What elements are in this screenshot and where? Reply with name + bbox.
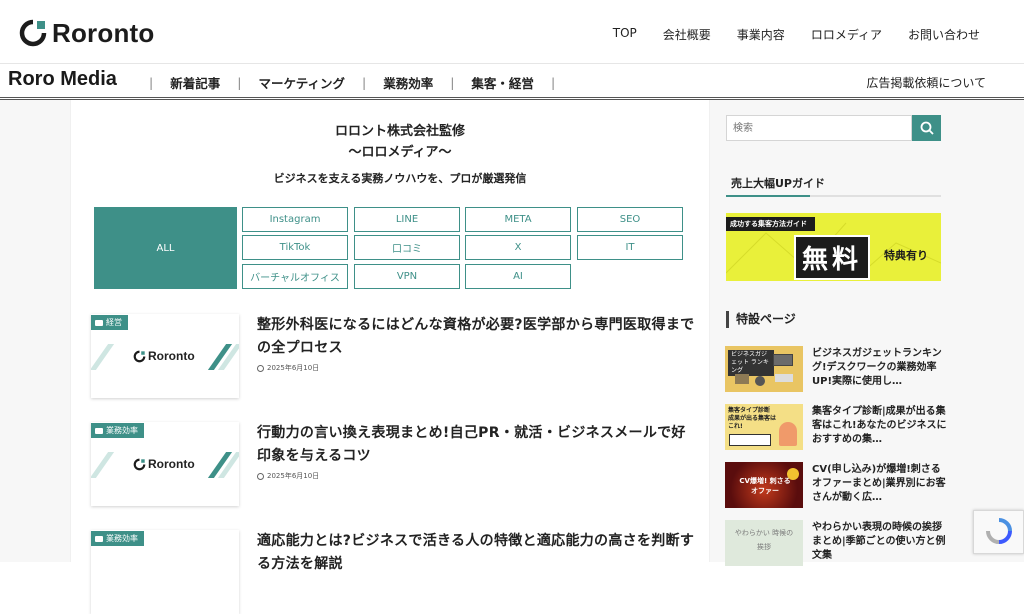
article-category-tag[interactable]: 経営 [91, 315, 128, 330]
guide-heading: 売上大幅UPガイド [731, 177, 825, 190]
folder-icon [95, 535, 103, 542]
article-title[interactable]: 適応能力とは?ビジネスで活きる人の特徴と適応能力の高さを判断する方法を解説 [257, 530, 697, 576]
nav-company[interactable]: 会社概要 [663, 26, 711, 43]
filter-meta[interactable]: META [465, 207, 571, 232]
thumbnail-logo: Roronto [133, 349, 195, 363]
search-icon [920, 121, 934, 135]
filter-tiktok[interactable]: TikTok [242, 235, 348, 260]
banner-tab: 成功する集客方法ガイド [726, 217, 815, 231]
thumbnail-logo: Roronto [133, 457, 195, 471]
hero-tagline: ビジネスを支える実務ノウハウを、プロが厳選発信 [273, 172, 527, 185]
logo-mark-icon [133, 350, 146, 362]
media-brand[interactable]: Roro Media [8, 68, 117, 91]
nav-contact[interactable]: お問い合わせ [908, 26, 980, 43]
article-date: 2025年6月10日 [257, 363, 319, 373]
filter-it[interactable]: IT [577, 235, 683, 260]
category-separator: | [149, 75, 154, 90]
guide-banner[interactable]: 成功する集客方法ガイド 無料 特典有り [726, 213, 941, 281]
filter-instagram[interactable]: Instagram [242, 207, 348, 232]
article-category-tag[interactable]: 業務効率 [91, 531, 144, 546]
category-management[interactable]: 集客・経営 [471, 73, 534, 92]
category-bar: Roro Media | 新着記事 | マーケティング | 業務効率 | 集客・… [0, 64, 1024, 100]
special-page-title[interactable]: CV(申し込み)が爆増!刺さるオファーまとめ|業界別にお客さんが動く広… [812, 463, 947, 505]
folder-icon [95, 319, 103, 326]
heading-underline-accent [726, 195, 810, 197]
clock-icon [257, 472, 264, 480]
special-page-title[interactable]: ビジネスガジェットランキング!デスクワークの業務効率UP!実際に使用し… [812, 347, 947, 389]
category-separator: | [237, 75, 242, 90]
search-button[interactable] [912, 115, 941, 141]
article-title[interactable]: 整形外科医になるにはどんな資格が必要?医学部から専門医取得までの全プロセス [257, 314, 697, 360]
filter-virtual-office[interactable]: バーチャルオフィス [242, 264, 348, 289]
special-page-thumbnail[interactable]: ビジネスガジェット ランキング [725, 346, 803, 392]
banner-free: 無料 [794, 235, 871, 280]
category-separator: | [450, 75, 455, 90]
logo-mark-icon [19, 19, 47, 47]
hero-line2: 〜ロロメディア〜 [348, 145, 452, 160]
filter-seo[interactable]: SEO [577, 207, 683, 232]
special-page-thumbnail[interactable]: やわらかい 時候の挨拶 [725, 520, 803, 566]
special-page-title[interactable]: やわらかい表現の時候の挨拶まとめ|季節ごとの使い方と例文集 [812, 521, 947, 563]
category-efficiency[interactable]: 業務効率 [383, 73, 433, 92]
filter-vpn[interactable]: VPN [354, 264, 460, 289]
category-menu: | 新着記事 | マーケティング | 業務効率 | 集客・経営 | [132, 73, 572, 92]
article-category-tag[interactable]: 業務効率 [91, 423, 144, 438]
nav-media[interactable]: ロロメディア [811, 26, 882, 43]
ad-request-link[interactable]: 広告掲載依頼について [866, 74, 986, 91]
site-logo[interactable]: Roronto [18, 16, 154, 50]
filter-all-button[interactable]: ALL [94, 207, 237, 289]
recaptcha-icon [986, 518, 1012, 544]
hero-line1: ロロント株式会社監修 [334, 124, 465, 139]
nav-business[interactable]: 事業内容 [737, 26, 785, 43]
special-pages-heading: 特設ページ [726, 311, 796, 328]
logo-mark-icon [133, 458, 146, 470]
special-page-thumbnail[interactable]: 集客タイプ診断 成果が出る集客はこれ! [725, 404, 803, 450]
special-page-title[interactable]: 集客タイプ診断|成果が出る集客はこれ!あなたのビジネスにおすすめの集… [812, 405, 947, 447]
filter-x[interactable]: X [465, 235, 571, 260]
category-separator: | [550, 75, 556, 90]
banner-bonus: 特典有り [884, 249, 928, 262]
clock-icon [257, 364, 264, 372]
folder-icon [95, 427, 103, 434]
special-page-thumbnail[interactable]: CV爆増! 刺さるオファー [725, 462, 803, 508]
hero-heading: ロロント株式会社監修 〜ロロメディア〜 [290, 121, 510, 163]
filter-line[interactable]: LINE [354, 207, 460, 232]
category-marketing[interactable]: マーケティング [258, 73, 345, 92]
site-header: Roronto TOP 会社概要 事業内容 ロロメディア お問い合わせ [0, 0, 1024, 64]
nav-top[interactable]: TOP [613, 26, 637, 43]
article-title[interactable]: 行動力の言い換え表現まとめ!自己PR・就活・ビジネスメールで好印象を与えるコツ [257, 422, 697, 468]
search-input[interactable] [726, 115, 912, 141]
top-navigation: TOP 会社概要 事業内容 ロロメディア お問い合わせ [613, 26, 980, 43]
filter-reviews[interactable]: 口コミ [354, 235, 460, 260]
article-date: 2025年6月10日 [257, 471, 319, 481]
logo-text: Roronto [52, 17, 155, 48]
filter-ai[interactable]: AI [465, 264, 571, 289]
recaptcha-badge[interactable] [973, 510, 1024, 554]
category-new[interactable]: 新着記事 [170, 73, 220, 92]
category-separator: | [361, 75, 367, 90]
